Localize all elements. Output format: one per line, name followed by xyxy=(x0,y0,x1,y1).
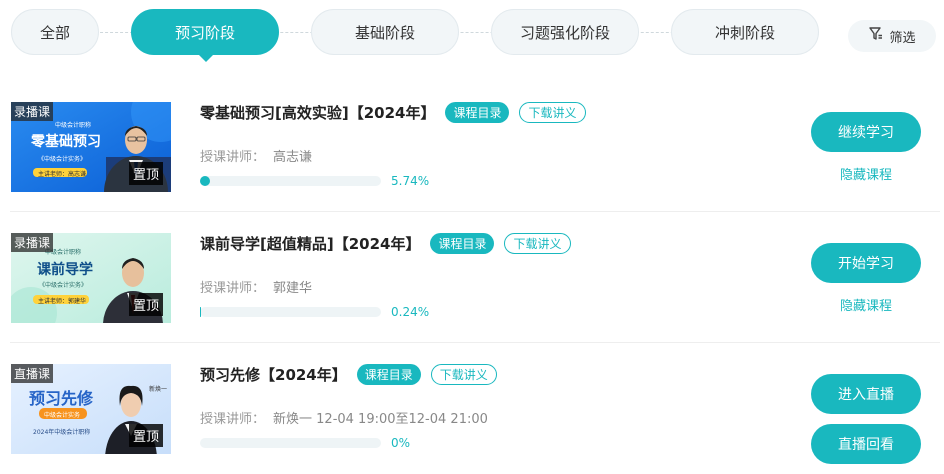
download-handout-button[interactable]: 下载讲义 xyxy=(431,364,497,385)
cover-big-title: 预习先修 xyxy=(29,385,93,409)
cover-exam-label: 中级会计职称 xyxy=(55,120,91,129)
teacher-info: 授课讲师： 新焕一 12-04 19:00至12-04 21:00 xyxy=(200,408,488,427)
teacher-label: 授课讲师： xyxy=(200,150,265,165)
teacher-label: 授课讲师： xyxy=(200,281,265,296)
course-catalog-button[interactable]: 课程目录 xyxy=(357,364,421,385)
course-catalog-button[interactable]: 课程目录 xyxy=(445,102,509,123)
teacher-name: 高志谦 xyxy=(273,150,312,165)
course-type-badge: 直播课 xyxy=(11,364,53,383)
course-thumbnail[interactable]: 中级会计职称 课前导学 《中级会计实务》 主讲老师：郭建华 录播课 置顶 xyxy=(11,233,171,323)
cover-subject: 《中级会计实务》 xyxy=(38,154,86,163)
continue-learning-button[interactable]: 继续学习 xyxy=(811,112,921,152)
tab-preview-stage[interactable]: 预习阶段 xyxy=(131,9,279,55)
teacher-info: 授课讲师： 高志谦 xyxy=(200,146,312,165)
course-item: 中级会计职称 零基础预习 《中级会计实务》 主讲老师：高志谦 录播课 置顶 零基… xyxy=(0,81,944,212)
tab-all[interactable]: 全部 xyxy=(11,9,99,55)
enter-live-button[interactable]: 进入直播 xyxy=(811,374,921,414)
cover-teacher-chip: 主讲老师：高志谦 xyxy=(35,169,89,178)
cover-subject-chip: 中级会计实务 xyxy=(41,409,83,420)
course-type-badge: 录播课 xyxy=(11,233,53,252)
start-learning-button[interactable]: 开始学习 xyxy=(811,243,921,283)
tab-basic-stage[interactable]: 基础阶段 xyxy=(311,9,459,55)
progress-bar xyxy=(200,176,381,186)
course-title[interactable]: 预习先修【2024年】 xyxy=(200,364,347,385)
course-item: 预习先修 中级会计实务 2024年中级会计职称 新焕一 直播课 置顶 预习先修【… xyxy=(0,343,944,474)
course-item: 中级会计职称 课前导学 《中级会计实务》 主讲老师：郭建华 录播课 置顶 课前导… xyxy=(0,212,944,343)
course-type-badge: 录播课 xyxy=(11,102,53,121)
live-replay-button[interactable]: 直播回看 xyxy=(811,424,921,464)
progress-percent: 5.74% xyxy=(391,174,429,188)
teacher-name: 新焕一 12-04 19:00至12-04 21:00 xyxy=(273,412,488,427)
cover-big-title: 零基础预习 xyxy=(31,131,101,151)
progress-bar xyxy=(200,438,381,448)
tab-exercise-stage[interactable]: 习题强化阶段 xyxy=(491,9,639,55)
download-handout-button[interactable]: 下载讲义 xyxy=(504,233,570,254)
course-title-row: 零基础预习[高效实验]【2024年】 课程目录 下载讲义 xyxy=(200,100,586,124)
download-handout-button[interactable]: 下载讲义 xyxy=(519,102,585,123)
pinned-badge[interactable]: 置顶 xyxy=(129,293,163,316)
progress-bar xyxy=(200,307,381,317)
teacher-name: 郭建华 xyxy=(273,281,312,296)
tab-sprint-stage[interactable]: 冲刺阶段 xyxy=(671,9,819,55)
course-title[interactable]: 课前导学[超值精品]【2024年】 xyxy=(200,233,420,254)
hide-course-link[interactable]: 隐藏课程 xyxy=(811,295,921,314)
cover-big-title: 课前导学 xyxy=(37,259,93,279)
progress-percent: 0% xyxy=(391,436,410,450)
filter-label: 筛选 xyxy=(889,27,915,46)
filter-icon xyxy=(868,26,884,46)
pinned-badge[interactable]: 置顶 xyxy=(129,162,163,185)
pinned-badge[interactable]: 置顶 xyxy=(129,424,163,447)
stage-tabs: 全部 预习阶段 基础阶段 习题强化阶段 冲刺阶段 筛选 xyxy=(0,0,944,70)
progress-fill xyxy=(200,176,210,186)
course-thumbnail[interactable]: 中级会计职称 零基础预习 《中级会计实务》 主讲老师：高志谦 录播课 置顶 xyxy=(11,102,171,192)
cover-teacher-side: 新焕一 xyxy=(149,384,167,393)
filter-button[interactable]: 筛选 xyxy=(848,20,936,52)
course-thumbnail[interactable]: 预习先修 中级会计实务 2024年中级会计职称 新焕一 直播课 置顶 xyxy=(11,364,171,454)
teacher-label: 授课讲师： xyxy=(200,412,265,427)
cover-year-label: 2024年中级会计职称 xyxy=(33,427,90,436)
active-tab-pointer xyxy=(197,53,215,62)
course-title-row: 课前导学[超值精品]【2024年】 课程目录 下载讲义 xyxy=(200,231,571,255)
hide-course-link[interactable]: 隐藏课程 xyxy=(811,164,921,183)
teacher-info: 授课讲师： 郭建华 xyxy=(200,277,312,296)
cover-subject: 《中级会计实务》 xyxy=(39,280,87,289)
cover-teacher-chip: 主讲老师：郭建华 xyxy=(35,296,89,305)
course-title[interactable]: 零基础预习[高效实验]【2024年】 xyxy=(200,102,435,123)
progress-percent: 0.24% xyxy=(391,305,429,319)
course-catalog-button[interactable]: 课程目录 xyxy=(430,233,494,254)
course-title-row: 预习先修【2024年】 课程目录 下载讲义 xyxy=(200,362,497,386)
